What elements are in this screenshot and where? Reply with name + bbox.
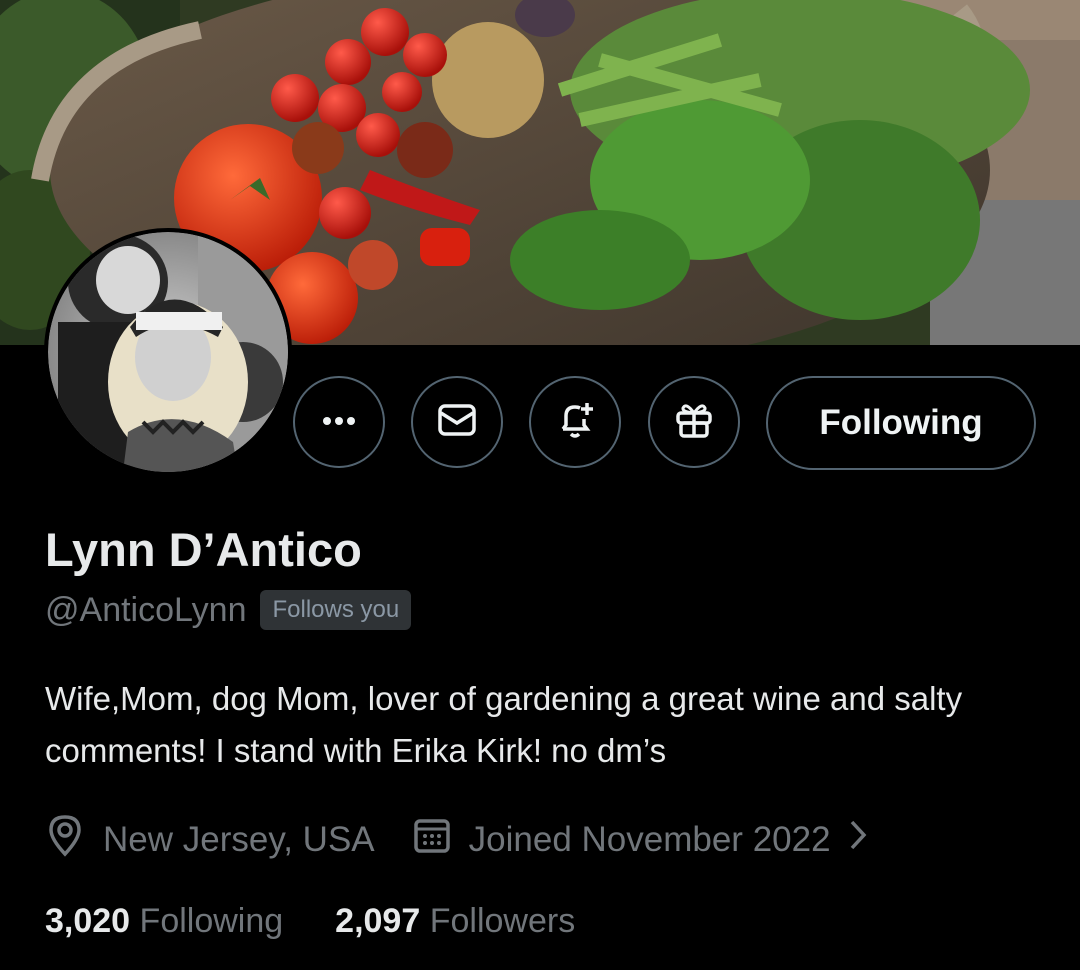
following-count-link[interactable]: 3,020 Following <box>45 902 283 941</box>
profile-actions: Following <box>0 376 1080 472</box>
location-text: New Jersey, USA <box>103 819 375 859</box>
more-options-button[interactable] <box>293 376 385 468</box>
gift-icon <box>674 400 714 445</box>
followers-count-link[interactable]: 2,097 Followers <box>335 902 575 941</box>
notifications-button[interactable] <box>529 376 621 468</box>
more-icon <box>322 413 356 431</box>
joined-date-item[interactable]: Joined November 2022 <box>413 816 885 863</box>
chevron-right-icon <box>849 819 885 860</box>
username-handle: @AnticoLynn <box>45 590 247 629</box>
handle-row: @AnticoLynn Follows you <box>45 590 412 630</box>
location-pin-icon <box>45 813 103 866</box>
notify-bell-icon <box>554 399 596 446</box>
message-button[interactable] <box>411 376 503 468</box>
followers-label: Followers <box>429 902 576 940</box>
followers-count: 2,097 <box>335 902 421 940</box>
following-count: 3,020 <box>45 902 131 940</box>
profile-meta: New Jersey, USA Joined November 2022 <box>45 813 885 866</box>
follows-you-badge: Follows you <box>260 590 412 630</box>
profile-bio: Wife,Mom, dog Mom, lover of gardening a … <box>45 680 963 769</box>
follow-stats: 3,020 Following 2,097 Followers <box>45 902 627 941</box>
gift-button[interactable] <box>648 376 740 468</box>
calendar-icon <box>413 816 469 863</box>
display-name: Lynn D’Antico <box>45 523 362 576</box>
location-item: New Jersey, USA <box>45 813 375 866</box>
joined-date-text: Joined November 2022 <box>468 819 831 859</box>
following-label: Following <box>139 902 284 940</box>
following-button[interactable]: Following <box>766 376 1036 470</box>
message-icon <box>437 403 477 442</box>
